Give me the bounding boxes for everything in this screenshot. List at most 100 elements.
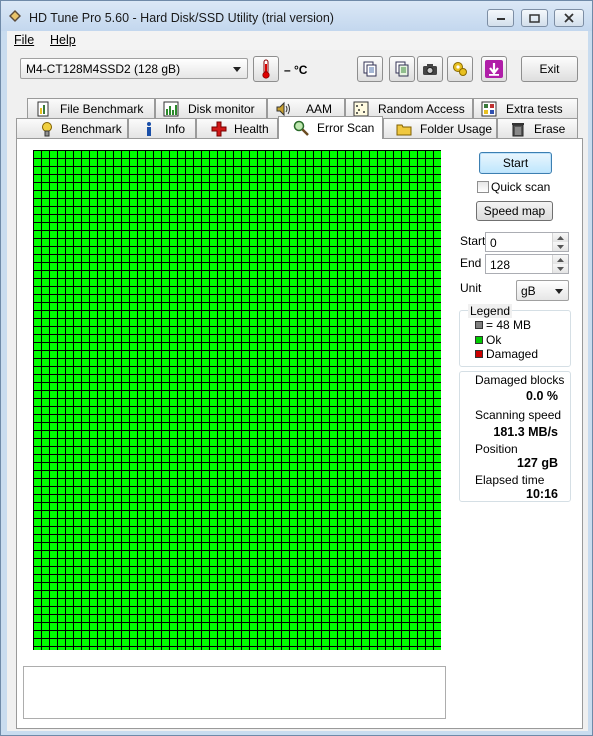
end-spinbox[interactable]: 128 (485, 254, 569, 274)
quick-scan-checkbox[interactable] (477, 181, 489, 193)
client-area: M4-CT128M4SSD2 (128 gB) – °C Exit File B… (7, 50, 588, 731)
damaged-blocks-label: Damaged blocks (475, 373, 565, 387)
menu-help[interactable]: Help (50, 33, 76, 47)
tab-benchmark[interactable]: Benchmark (16, 118, 128, 138)
tab-erase[interactable]: Erase (497, 118, 578, 138)
disk-monitor-icon (163, 101, 179, 117)
elapsed-time-label: Elapsed time (475, 473, 545, 487)
menu-bar: File Help (7, 31, 588, 50)
copy-all-button[interactable] (389, 56, 415, 82)
tab-label: File Benchmark (60, 102, 144, 116)
camera-icon (423, 64, 437, 75)
end-spin-down[interactable] (552, 264, 568, 273)
position-label: Position (475, 442, 518, 456)
tab-label: Erase (534, 122, 566, 136)
main-window: HD Tune Pro 5.60 - Hard Disk/SSD Utility… (0, 0, 593, 736)
unit-select[interactable]: gB (516, 280, 569, 301)
screenshot-button[interactable] (417, 56, 443, 82)
scan-block-grid (33, 150, 441, 650)
drive-select-value: M4-CT128M4SSD2 (128 gB) (26, 62, 181, 76)
tab-label: Benchmark (61, 122, 122, 136)
benchmark-icon (42, 122, 52, 137)
tab-label: Extra tests (506, 102, 563, 116)
arrow-down-icon (557, 244, 564, 249)
quick-scan-label: Quick scan (491, 180, 551, 194)
legend-title: Legend (468, 304, 513, 318)
tab-extra-tests[interactable]: Extra tests (473, 98, 578, 118)
health-cross-icon (211, 121, 227, 137)
exit-button[interactable]: Exit (521, 56, 578, 82)
tab-aam[interactable]: AAM (267, 98, 345, 118)
tab-folder-usage[interactable]: Folder Usage (383, 118, 497, 138)
scanning-speed-value: 181.3 MB/s (493, 425, 558, 439)
download-arrow-icon (485, 60, 503, 78)
start-spin-down[interactable] (552, 242, 568, 251)
elapsed-time-value: 10:16 (526, 487, 558, 501)
options-button[interactable] (447, 56, 473, 82)
temperature-button[interactable] (253, 56, 279, 82)
title-bar[interactable]: HD Tune Pro 5.60 - Hard Disk/SSD Utility… (1, 1, 592, 31)
tab-health[interactable]: Health (196, 118, 278, 138)
maximize-icon (529, 13, 540, 23)
tab-file-benchmark[interactable]: File Benchmark (27, 98, 155, 118)
start-spinbox[interactable]: 0 (485, 232, 569, 252)
copy-info-button[interactable] (357, 56, 383, 82)
tab-disk-monitor[interactable]: Disk monitor (155, 98, 267, 118)
file-benchmark-icon (37, 101, 49, 117)
tab-label: Health (234, 122, 269, 136)
unit-value: gB (521, 284, 536, 298)
unit-field-label: Unit (460, 281, 482, 295)
end-field-label: End (460, 256, 482, 270)
minimize-icon (496, 18, 505, 20)
menu-help-label: Help (50, 33, 76, 47)
damaged-blocks-value: 0.0 % (526, 389, 558, 403)
wrench-gear-icon (453, 62, 467, 76)
tab-label: Error Scan (317, 121, 375, 135)
extra-tests-icon (481, 101, 497, 117)
legend-damaged-swatch (475, 350, 483, 358)
copy-icon (363, 61, 377, 77)
window-title: HD Tune Pro 5.60 - Hard Disk/SSD Utility… (29, 11, 334, 25)
start-scan-button[interactable]: Start (479, 152, 552, 174)
scan-log-box[interactable] (23, 666, 446, 719)
start-field-label: Start (460, 234, 486, 248)
start-spin-up[interactable] (552, 233, 568, 242)
close-window-button[interactable] (554, 9, 584, 27)
close-icon (564, 13, 574, 23)
trash-icon (512, 123, 524, 137)
start-value: 0 (490, 236, 497, 250)
tab-error-scan[interactable]: Error Scan (278, 116, 383, 139)
chevron-down-icon (233, 67, 241, 72)
scanning-speed-label: Scanning speed (475, 408, 562, 422)
chevron-down-icon (555, 289, 563, 294)
speaker-icon (276, 101, 290, 117)
minimize-button[interactable] (487, 9, 514, 27)
position-value: 127 gB (517, 456, 558, 470)
temperature-readout: – °C (284, 63, 308, 77)
save-button[interactable] (481, 56, 507, 82)
menu-file-label: File (14, 33, 35, 47)
legend-block-swatch (475, 321, 483, 329)
menu-file[interactable]: File (14, 33, 34, 47)
tab-label: Random Access (378, 102, 465, 116)
tab-label: Folder Usage (420, 122, 493, 136)
end-spin-up[interactable] (552, 255, 568, 264)
magnifier-icon (293, 120, 309, 136)
speed-map-button[interactable]: Speed map (476, 201, 553, 221)
tab-info[interactable]: Info (128, 118, 196, 138)
legend-ok-label: Ok (486, 333, 502, 347)
copy-all-icon (395, 61, 409, 77)
thermometer-icon (262, 59, 270, 79)
legend-damaged-label: Damaged (486, 347, 539, 361)
info-icon (147, 122, 151, 136)
end-value: 128 (490, 258, 511, 272)
arrow-down-icon (557, 266, 564, 271)
tab-label: Info (165, 122, 186, 136)
arrow-up-icon (557, 257, 564, 262)
drive-select[interactable]: M4-CT128M4SSD2 (128 gB) (20, 58, 248, 79)
random-access-icon (353, 101, 369, 117)
folder-icon (396, 124, 412, 136)
tab-random-access[interactable]: Random Access (345, 98, 473, 118)
legend-block-size: = 48 MB (486, 318, 532, 332)
maximize-button[interactable] (521, 9, 548, 27)
